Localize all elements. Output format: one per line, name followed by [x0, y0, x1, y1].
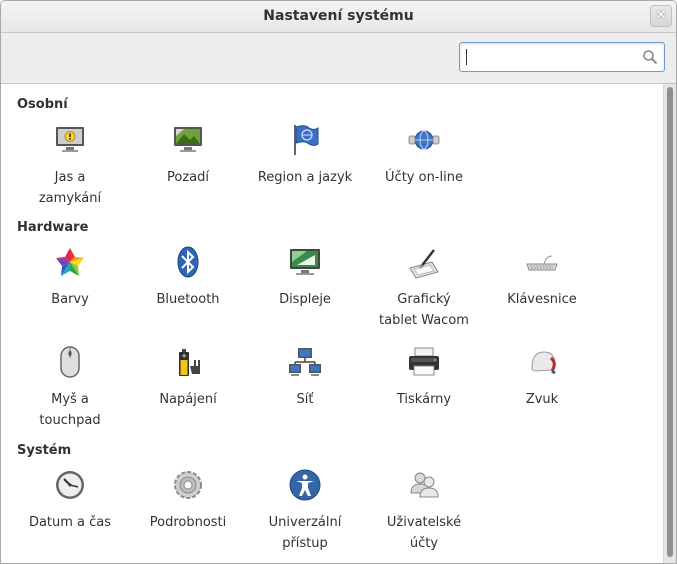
- clock-icon: [56, 471, 84, 499]
- text-caret: [466, 49, 467, 65]
- panel-item-label: Displeje: [279, 292, 331, 307]
- panel-item-network[interactable]: Síť: [246, 344, 364, 410]
- details-gear-icon: [174, 471, 202, 499]
- panel-item-region[interactable]: Region a jazyk: [246, 122, 364, 188]
- panel-item-wacom[interactable]: Grafický tablet Wacom: [365, 244, 483, 331]
- panel-item-label: Klávesnice: [507, 292, 577, 307]
- panel-item-label: Uživatelské účty: [386, 515, 462, 551]
- printer-icon: [409, 347, 439, 376]
- panel-item-label: Tiskárny: [396, 392, 452, 407]
- keyboard-icon: [526, 255, 558, 271]
- panel-item-label: Myš a touchpad: [39, 392, 101, 428]
- search-icon: [643, 50, 658, 65]
- svg-text:+: +: [181, 352, 187, 360]
- panel-item-keyboard[interactable]: Klávesnice: [483, 244, 601, 310]
- close-button[interactable]: ✕: [650, 5, 672, 27]
- mouse-icon: [60, 346, 80, 378]
- close-icon: ✕: [655, 8, 667, 23]
- section-title-hardware: Hardware: [17, 220, 89, 235]
- panel-item-label: Účty on-line: [385, 170, 463, 185]
- panel-item-label: Síť: [296, 392, 314, 407]
- power-icon: +: [179, 349, 200, 376]
- panel-item-sound[interactable]: Zvuk: [483, 344, 601, 410]
- panel-item-label: Barvy: [51, 292, 89, 307]
- section-title-personal: Osobní: [17, 97, 68, 112]
- search-input[interactable]: [464, 47, 638, 69]
- panel-item-online-accounts[interactable]: Účty on-line: [365, 122, 483, 188]
- panel-item-background[interactable]: Pozadí: [129, 122, 247, 188]
- panel-item-label: Podrobnosti: [149, 515, 227, 530]
- accessibility-icon: [289, 469, 321, 501]
- content-area: Osobní Jas a zamykání Pozadí Region a ja…: [1, 84, 676, 563]
- wacom-tablet-icon: [409, 249, 439, 279]
- panel-item-color[interactable]: Barvy: [11, 244, 129, 310]
- display-icon: [290, 249, 320, 275]
- panel-item-users[interactable]: Uživatelské účty: [365, 467, 483, 554]
- network-icon: [289, 348, 321, 376]
- users-icon: [410, 472, 439, 498]
- region-flag-icon: [294, 125, 319, 155]
- panel-item-label: Bluetooth: [156, 292, 220, 307]
- window-title: Nastavení systému: [263, 8, 414, 24]
- bluetooth-icon: [177, 246, 199, 278]
- settings-window: Nastavení systému ✕ Osobní Jas a zamykán…: [0, 0, 677, 564]
- panel-item-printers[interactable]: Tiskárny: [365, 344, 483, 410]
- search-box[interactable]: [459, 42, 665, 72]
- panel-item-power[interactable]: + Napájení: [129, 344, 247, 410]
- panel-item-displays[interactable]: Displeje: [246, 244, 364, 310]
- panel-item-label: Pozadí: [167, 170, 209, 185]
- color-icon: [56, 248, 84, 276]
- panel-item-label: Univerzální přístup: [268, 515, 342, 551]
- panel-item-mouse[interactable]: Myš a touchpad: [11, 344, 129, 431]
- online-accounts-icon: [408, 130, 440, 150]
- titlebar[interactable]: Nastavení systému ✕: [1, 1, 676, 33]
- panel-item-bluetooth[interactable]: Bluetooth: [129, 244, 247, 310]
- section-title-system: Systém: [17, 443, 72, 458]
- panel-item-label: Grafický tablet Wacom: [379, 292, 469, 328]
- sound-icon: [531, 351, 556, 375]
- panel-item-details[interactable]: Podrobnosti: [129, 467, 247, 533]
- background-icon: [174, 127, 202, 152]
- vertical-scrollbar[interactable]: [663, 84, 676, 563]
- panel-item-label: Jas a zamykání: [38, 170, 102, 206]
- toolbar: [1, 33, 676, 84]
- panel-item-accessibility[interactable]: Univerzální přístup: [246, 467, 364, 554]
- panel-item-label: Datum a čas: [28, 515, 112, 530]
- brightness-lock-icon: [56, 127, 84, 152]
- panel-item-datetime[interactable]: Datum a čas: [11, 467, 129, 533]
- scrollbar-thumb[interactable]: [667, 87, 673, 557]
- panel-item-label: Region a jazyk: [257, 170, 353, 185]
- panel-item-brightness[interactable]: Jas a zamykání: [11, 122, 129, 209]
- panel-item-label: Napájení: [159, 392, 217, 407]
- panel-item-label: Zvuk: [525, 392, 559, 407]
